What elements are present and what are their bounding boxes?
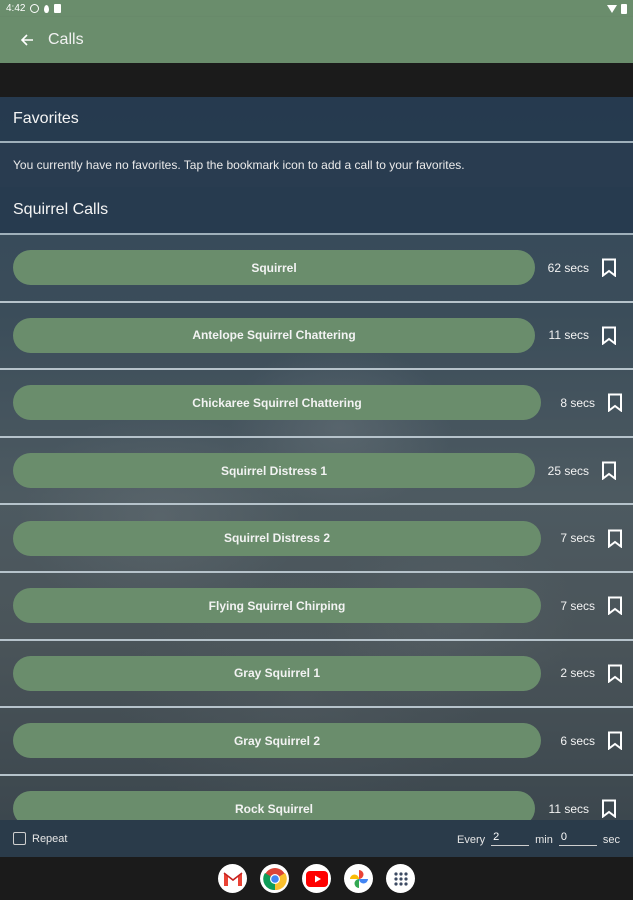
play-call-button[interactable]: Chickaree Squirrel Chattering: [13, 385, 541, 421]
call-row: Squirrel Distress 2 7 secs: [0, 505, 633, 573]
gmail-icon[interactable]: [218, 864, 247, 893]
call-row: Gray Squirrel 2 6 secs: [0, 708, 633, 776]
bookmark-icon[interactable]: [589, 461, 629, 481]
call-row: Squirrel 62 secs: [0, 235, 633, 303]
play-call-button[interactable]: Squirrel Distress 1: [13, 453, 535, 489]
bookmark-icon[interactable]: [589, 799, 629, 819]
call-duration: 6 secs: [560, 733, 595, 748]
notification-icon: [30, 4, 40, 13]
call-duration: 62 secs: [547, 260, 589, 275]
calls-list-container[interactable]: Favorites You currently have no favorite…: [0, 97, 633, 820]
taskbar: [0, 857, 633, 900]
call-duration: 11 secs: [548, 801, 589, 816]
sec-label: sec: [602, 834, 620, 846]
status-bar: 4:42: [0, 0, 633, 17]
call-duration: 2 secs: [560, 666, 595, 681]
call-row: Gray Squirrel 1 2 secs: [0, 641, 633, 709]
sd-card-icon: [54, 4, 62, 13]
call-duration: 11 secs: [548, 328, 589, 343]
call-row: Chickaree Squirrel Chattering 8 secs: [0, 370, 633, 438]
call-row: Rock Squirrel 11 secs: [0, 776, 633, 820]
play-call-button[interactable]: Antelope Squirrel Chattering: [13, 317, 535, 353]
call-row: Flying Squirrel Chirping 7 secs: [0, 573, 633, 641]
data-saver-icon: [44, 4, 50, 13]
min-label: min: [535, 834, 553, 846]
play-call-button[interactable]: Rock Squirrel: [13, 791, 535, 820]
play-call-button[interactable]: Squirrel: [13, 250, 535, 286]
youtube-icon[interactable]: [302, 864, 331, 893]
bookmark-icon[interactable]: [595, 393, 633, 413]
seconds-input[interactable]: [558, 831, 597, 846]
play-call-button[interactable]: Flying Squirrel Chirping: [13, 588, 541, 624]
squirrel-calls-header: Squirrel Calls: [0, 187, 633, 235]
call-duration: 7 secs: [560, 598, 595, 613]
every-label: Every: [457, 834, 486, 846]
call-duration: 8 secs: [560, 395, 595, 410]
page-title: Calls: [48, 31, 84, 48]
call-row: Antelope Squirrel Chattering 11 secs: [0, 303, 633, 371]
battery-icon: [621, 3, 627, 14]
bookmark-icon[interactable]: [595, 596, 633, 616]
favorites-empty-message: You currently have no favorites. Tap the…: [0, 143, 633, 187]
chrome-icon[interactable]: [260, 864, 289, 893]
status-time: 4:42: [6, 3, 26, 14]
bookmark-icon[interactable]: [595, 731, 633, 751]
bookmark-icon[interactable]: [589, 326, 629, 345]
repeat-label: Repeat: [32, 832, 68, 845]
photos-icon[interactable]: [344, 864, 373, 893]
back-arrow-icon[interactable]: [16, 29, 38, 51]
bookmark-icon[interactable]: [595, 664, 633, 683]
repeat-checkbox[interactable]: [13, 832, 26, 845]
favorites-header: Favorites: [0, 97, 633, 143]
call-duration: 7 secs: [560, 531, 595, 546]
play-call-button[interactable]: Gray Squirrel 1: [13, 655, 541, 691]
app-bar: Calls: [0, 17, 633, 63]
divider-band: [0, 63, 633, 97]
call-row: Squirrel Distress 1 25 secs: [0, 438, 633, 506]
play-call-button[interactable]: Squirrel Distress 2: [13, 520, 541, 556]
app-drawer-icon[interactable]: [386, 864, 415, 893]
bookmark-icon[interactable]: [595, 529, 633, 548]
repeat-controls-bar: Repeat Every min sec: [0, 820, 633, 857]
bookmark-icon[interactable]: [589, 258, 629, 278]
call-duration: 25 secs: [547, 463, 589, 478]
wifi-icon: [607, 4, 617, 13]
play-call-button[interactable]: Gray Squirrel 2: [13, 723, 541, 759]
minutes-input[interactable]: [491, 831, 530, 846]
